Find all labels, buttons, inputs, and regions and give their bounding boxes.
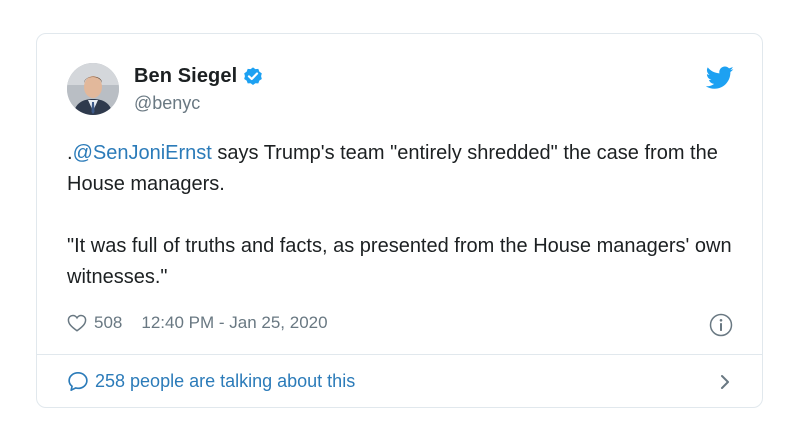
chevron-right-icon[interactable] [718,373,732,391]
tweet-paragraph-1: .@SenJoniErnst says Trump's team "entire… [67,138,747,200]
author-name[interactable]: Ben Siegel [134,65,237,88]
tweet-card: Ben Siegel @benyc .@SenJoniErnst says Tr… [36,33,763,408]
speech-bubble-icon [67,371,89,392]
conversation-link[interactable]: 258 people are talking about this [37,355,762,408]
twitter-bird-icon[interactable] [705,66,734,90]
avatar-image [67,63,119,115]
avatar[interactable] [67,63,119,115]
tweet-paragraph-2: "It was full of truths and facts, as pre… [67,235,732,288]
talking-count-text[interactable]: 258 people are talking about this [95,371,718,392]
timestamp-link[interactable]: 12:40 PM - Jan 25, 2020 [141,313,327,333]
tweet-text: .@SenJoniErnst says Trump's team "entire… [67,138,747,293]
verified-badge-icon [242,66,264,88]
author-name-row[interactable]: Ben Siegel [134,65,264,88]
like-count[interactable]: 508 [94,313,122,333]
tweet-meta: 508 12:40 PM - Jan 25, 2020 [67,313,328,333]
author-handle[interactable]: @benyc [134,93,200,114]
info-icon[interactable] [709,313,733,337]
heart-icon[interactable] [67,314,87,332]
mention-link[interactable]: @SenJoniErnst [73,142,212,164]
